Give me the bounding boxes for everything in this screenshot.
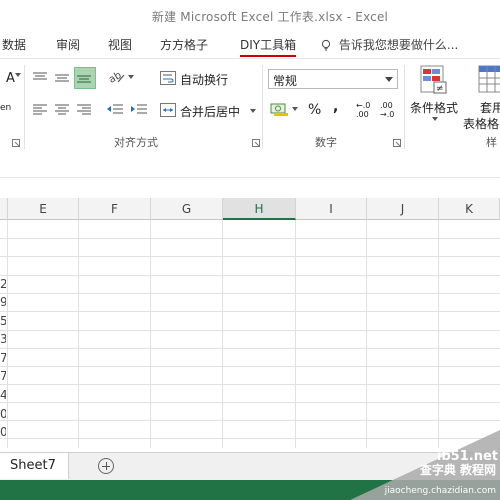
watermark: ib51.net 查字典 教程网 jiaocheng.chazidian.com xyxy=(350,428,500,500)
number-group-label: 数字 xyxy=(315,136,337,149)
merge-center-icon xyxy=(160,103,176,117)
comma-style-button[interactable]: , xyxy=(333,99,338,115)
sheet-tab-sheet7[interactable]: Sheet7 xyxy=(0,453,69,479)
row-cell-fragment: 4 xyxy=(0,388,6,402)
wrap-text-icon xyxy=(160,71,176,85)
chevron-down-icon xyxy=(292,107,298,111)
watermark-text: 查字典 教程网 xyxy=(419,463,496,477)
chevron-down-icon xyxy=(432,117,438,121)
font-size-increase[interactable]: A xyxy=(6,71,15,86)
row-header-corner xyxy=(0,198,8,220)
tab-view[interactable]: 视图 xyxy=(108,36,132,53)
column-header-g[interactable]: G xyxy=(151,198,223,220)
column-header-h[interactable]: H xyxy=(223,198,296,220)
group-separator xyxy=(404,65,405,149)
row-cell-fragment: 2 xyxy=(0,277,6,291)
ribbon-home: A en ab 自动换行 合并后居中 对齐方式 常规 % , ←.0 .00 .… xyxy=(0,58,500,156)
chevron-down-icon xyxy=(15,73,21,77)
group-separator xyxy=(24,65,25,149)
align-left-icon[interactable] xyxy=(32,103,48,117)
align-right-icon[interactable] xyxy=(76,103,92,117)
alignment-group-label: 对齐方式 xyxy=(114,136,158,149)
grid-lines xyxy=(0,220,500,448)
active-tab-underline xyxy=(240,55,297,57)
worksheet-grid[interactable]: E F G H I J K 2 9 5 3 7 7 4 0 0 xyxy=(0,198,500,448)
row-cell-fragment: 0 xyxy=(0,407,6,421)
decrease-decimal-button[interactable]: .00 →.0 xyxy=(380,101,400,119)
alignment-launcher-icon[interactable] xyxy=(252,139,260,147)
title-bar: 新建 Microsoft Excel 工作表.xlsx - Excel xyxy=(0,0,500,30)
watermark-url: jiaocheng.chazidian.com xyxy=(384,486,496,496)
row-cell-fragment: 5 xyxy=(0,314,6,328)
merge-center-button[interactable]: 合并后居中 xyxy=(180,103,240,120)
lightbulb-icon xyxy=(321,39,331,51)
decrease-indent-icon[interactable] xyxy=(106,103,124,117)
formula-bar-divider xyxy=(0,177,500,178)
conditional-format-icon: ≠ xyxy=(420,65,447,94)
format-as-table-button[interactable]: 套用 xyxy=(480,99,500,116)
chevron-down-icon xyxy=(385,77,393,82)
align-bottom-icon xyxy=(77,75,91,83)
svg-text:ab: ab xyxy=(108,70,123,85)
number-format-dropdown[interactable]: 常规 xyxy=(268,69,398,89)
tab-fangfang[interactable]: 方方格子 xyxy=(160,36,208,53)
conditional-format-button[interactable]: 条件格式 xyxy=(410,99,458,116)
tell-me-box[interactable]: 告诉我您想要做什么... xyxy=(320,36,458,53)
tell-me-label: 告诉我您想要做什么... xyxy=(338,38,459,52)
number-launcher-icon[interactable] xyxy=(393,139,401,147)
row-cell-fragment: 7 xyxy=(0,369,6,383)
number-format-value: 常规 xyxy=(273,74,298,88)
column-header-j[interactable]: J xyxy=(367,198,439,220)
ribbon-tabs: 数据 审阅 视图 方方格子 DIY工具箱 告诉我您想要做什么... xyxy=(0,30,500,58)
column-header-e[interactable]: E xyxy=(8,198,79,220)
row-cell-fragment: 3 xyxy=(0,332,6,346)
increase-indent-icon[interactable] xyxy=(130,103,148,117)
row-cell-fragment: 0 xyxy=(0,425,6,439)
group-separator xyxy=(262,65,263,149)
align-center-icon[interactable] xyxy=(54,103,70,117)
format-as-table-label-2: 表格格 xyxy=(463,117,500,131)
tab-data[interactable]: 数据 xyxy=(2,36,26,53)
formula-bar xyxy=(0,155,500,199)
chevron-down-icon xyxy=(128,75,134,79)
tab-review[interactable]: 审阅 xyxy=(56,36,80,53)
row-cell-fragment: 7 xyxy=(0,351,6,365)
chevron-down-icon[interactable] xyxy=(250,109,256,113)
add-sheet-icon[interactable] xyxy=(98,458,114,474)
currency-icon[interactable] xyxy=(270,101,290,117)
column-header-f[interactable]: F xyxy=(79,198,151,220)
column-header-k[interactable]: K xyxy=(439,198,500,220)
font-launcher-icon[interactable] xyxy=(12,139,20,147)
tab-diy-toolbox[interactable]: DIY工具箱 xyxy=(240,36,297,57)
increase-decimal-button[interactable]: ←.0 .00 xyxy=(356,101,376,119)
partial-button[interactable]: en xyxy=(0,103,11,113)
svg-text:≠: ≠ xyxy=(436,84,444,94)
wrap-text-button[interactable]: 自动换行 xyxy=(180,71,228,88)
row-cell-fragment: 9 xyxy=(0,295,6,309)
styles-group-label: 样 xyxy=(486,136,497,149)
tab-diy-toolbox-label: DIY工具箱 xyxy=(240,38,297,52)
orientation-icon[interactable]: ab xyxy=(108,69,126,85)
align-top-icon[interactable] xyxy=(32,71,48,85)
align-middle-icon[interactable] xyxy=(54,71,70,85)
window-title: 新建 Microsoft Excel 工作表.xlsx - Excel xyxy=(151,10,389,24)
percent-style-button[interactable]: % xyxy=(308,102,321,118)
format-as-table-icon xyxy=(478,65,500,93)
column-header-i[interactable]: I xyxy=(296,198,367,220)
